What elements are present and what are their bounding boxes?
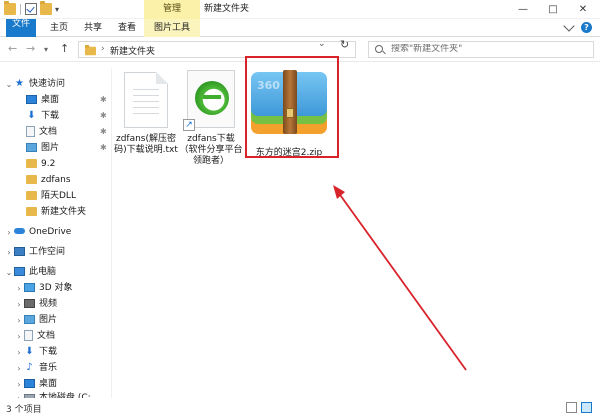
item-count: 3 个项目	[6, 405, 42, 415]
arrow-shaft	[337, 191, 467, 371]
details-view-icon[interactable]	[566, 402, 577, 413]
annotation-arrow	[333, 185, 467, 371]
status-bar: 3 个项目	[0, 398, 600, 418]
vertical-scrollbar[interactable]	[588, 62, 600, 398]
view-toggle	[566, 402, 592, 413]
large-icons-view-icon[interactable]	[581, 402, 592, 413]
arrow-head	[333, 185, 345, 199]
